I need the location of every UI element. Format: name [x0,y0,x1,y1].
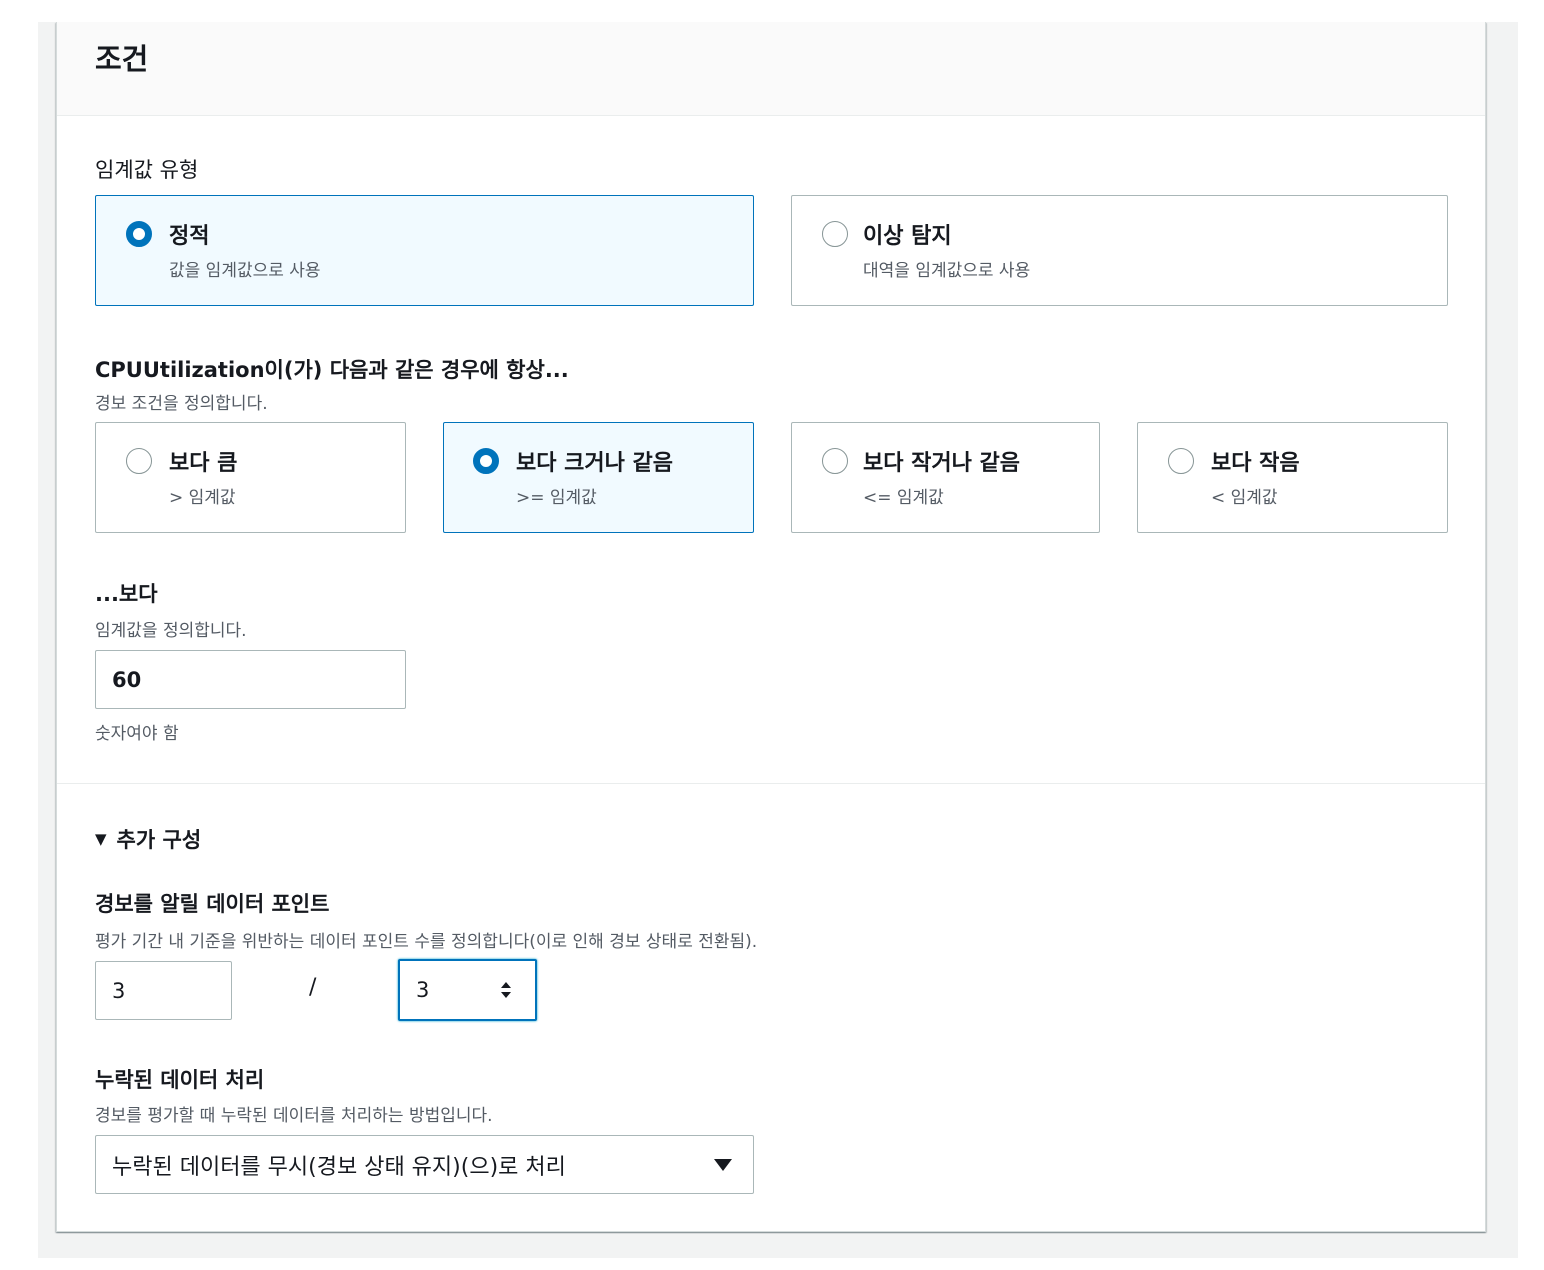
condition-less-tile[interactable]: 보다 작음 < 임계값 [1137,422,1448,533]
static-title: 정적 [169,224,210,249]
greater-sub: > 임계값 [169,488,236,508]
less-equal-radio[interactable] [822,448,848,474]
missing-data-label: 누락된 데이터 처리 [95,1068,265,1092]
missing-data-select[interactable]: 누락된 데이터를 무시(경보 상태 유지)(으)로 처리 [95,1135,754,1194]
static-radio[interactable] [126,221,152,247]
anomaly-sub: 대역을 임계값으로 사용 [863,261,1031,281]
condition-label: CPUUtilization이(가) 다음과 같은 경우에 항상... [95,358,569,382]
condition-greater-equal-tile[interactable]: 보다 크거나 같음 >= 임계값 [443,422,754,533]
evaluation-periods-input[interactable]: 3 [398,959,537,1021]
threshold-type-anomaly-tile[interactable]: 이상 탐지 대역을 임계값으로 사용 [791,195,1448,306]
missing-data-selected: 누락된 데이터를 무시(경보 상태 유지)(으)로 처리 [112,1154,566,1180]
static-sub: 값을 임계값으로 사용 [169,261,321,281]
condition-less-equal-tile[interactable]: 보다 작거나 같음 <= 임계값 [791,422,1100,533]
datapoints-to-alarm-input[interactable]: 3 [95,961,232,1020]
threshold-input[interactable]: 60 [95,650,406,709]
threshold-constraint: 숫자여야 함 [95,724,179,744]
threshold-label: ...보다 [95,582,158,606]
datapoints-label: 경보를 알릴 데이터 포인트 [95,892,330,916]
threshold-desc: 임계값을 정의합니다. [95,621,247,641]
greater-equal-sub: >= 임계값 [516,488,597,508]
datapoints-separator: / [309,975,317,1000]
greater-radio[interactable] [126,448,152,474]
evaluation-periods-value: 3 [416,978,430,1002]
greater-equal-radio[interactable] [473,448,499,474]
datapoints-desc: 평가 기간 내 기준을 위반하는 데이터 포인트 수를 정의합니다(이로 인해 … [95,932,758,952]
less-equal-sub: <= 임계값 [863,488,944,508]
condition-greater-tile[interactable]: 보다 큼 > 임계값 [95,422,406,533]
greater-title: 보다 큼 [169,451,238,476]
panel-header: 조건 [57,22,1485,116]
dropdown-caret-icon [714,1159,732,1171]
caret-down-icon: ▼ [95,830,107,848]
missing-data-desc: 경보를 평가할 때 누락된 데이터를 처리하는 방법입니다. [95,1106,493,1126]
less-sub: < 임계값 [1211,488,1278,508]
threshold-type-static-tile[interactable]: 정적 값을 임계값으로 사용 [95,195,754,306]
additional-config-toggle[interactable]: ▼ 추가 구성 [95,824,201,854]
less-radio[interactable] [1168,448,1194,474]
threshold-type-label: 임계값 유형 [95,158,199,182]
anomaly-radio[interactable] [822,221,848,247]
anomaly-title: 이상 탐지 [863,224,952,249]
panel-title: 조건 [95,42,149,76]
less-equal-title: 보다 작거나 같음 [863,451,1020,476]
less-title: 보다 작음 [1211,451,1300,476]
conditions-panel: 조건 임계값 유형 정적 값을 임계값으로 사용 이상 탐지 대역을 임계값으로… [56,22,1486,1232]
additional-config-label: 추가 구성 [116,828,202,852]
condition-desc: 경보 조건을 정의합니다. [95,394,268,414]
stepper-icon[interactable] [499,979,513,1001]
section-divider [57,783,1485,784]
greater-equal-title: 보다 크거나 같음 [516,451,673,476]
